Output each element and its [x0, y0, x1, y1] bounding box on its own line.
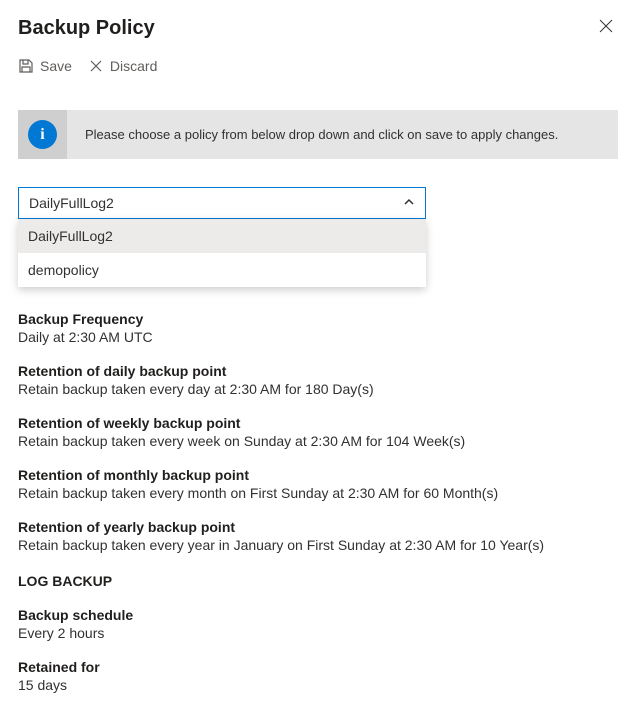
dropdown-option[interactable]: DailyFullLog2 — [18, 219, 426, 253]
monthly-retention-section: Retention of monthly backup point Retain… — [18, 467, 618, 501]
section-title: Retention of yearly backup point — [18, 519, 618, 535]
policy-dropdown[interactable]: DailyFullLog2 — [18, 187, 426, 219]
close-icon — [598, 18, 614, 34]
save-label: Save — [40, 58, 72, 74]
section-title: Retention of weekly backup point — [18, 415, 618, 431]
section-text: Retain backup taken every day at 2:30 AM… — [18, 381, 618, 397]
section-title: Retained for — [18, 659, 618, 675]
backup-frequency-section: Backup Frequency Daily at 2:30 AM UTC — [18, 311, 618, 345]
discard-button[interactable]: Discard — [88, 58, 157, 74]
save-button[interactable]: Save — [18, 58, 72, 74]
dropdown-menu: DailyFullLog2 demopolicy — [18, 219, 426, 287]
panel-header: Backup Policy — [0, 0, 636, 52]
close-button[interactable] — [594, 14, 618, 42]
content-area: i Please choose a policy from below drop… — [0, 86, 636, 693]
info-icon-wrap: i — [18, 110, 67, 159]
discard-label: Discard — [110, 58, 157, 74]
dropdown-selected: DailyFullLog2 — [29, 195, 114, 211]
section-title: Backup Frequency — [18, 311, 618, 327]
section-text: Daily at 2:30 AM UTC — [18, 329, 618, 345]
section-text: Retain backup taken every week on Sunday… — [18, 433, 618, 449]
policy-details: Backup Frequency Daily at 2:30 AM UTC Re… — [18, 311, 618, 693]
weekly-retention-section: Retention of weekly backup point Retain … — [18, 415, 618, 449]
daily-retention-section: Retention of daily backup point Retain b… — [18, 363, 618, 397]
section-title: Retention of monthly backup point — [18, 467, 618, 483]
log-backup-header: LOG BACKUP — [18, 573, 618, 589]
info-icon: i — [28, 120, 57, 149]
section-text: 15 days — [18, 677, 618, 693]
backup-schedule-section: Backup schedule Every 2 hours — [18, 607, 618, 641]
dropdown-option[interactable]: demopolicy — [18, 253, 426, 287]
info-text: Please choose a policy from below drop d… — [67, 113, 576, 156]
section-title: Backup schedule — [18, 607, 618, 623]
section-title: Retention of daily backup point — [18, 363, 618, 379]
section-text: Retain backup taken every month on First… — [18, 485, 618, 501]
save-icon — [18, 58, 34, 74]
yearly-retention-section: Retention of yearly backup point Retain … — [18, 519, 618, 553]
policy-dropdown-wrap: DailyFullLog2 DailyFullLog2 demopolicy — [18, 187, 426, 219]
section-text: Every 2 hours — [18, 625, 618, 641]
section-text: Retain backup taken every year in Januar… — [18, 537, 618, 553]
discard-icon — [88, 58, 104, 74]
info-banner: i Please choose a policy from below drop… — [18, 110, 618, 159]
chevron-up-icon — [403, 195, 415, 211]
panel-title: Backup Policy — [18, 17, 155, 40]
retained-for-section: Retained for 15 days — [18, 659, 618, 693]
toolbar: Save Discard — [0, 52, 636, 86]
